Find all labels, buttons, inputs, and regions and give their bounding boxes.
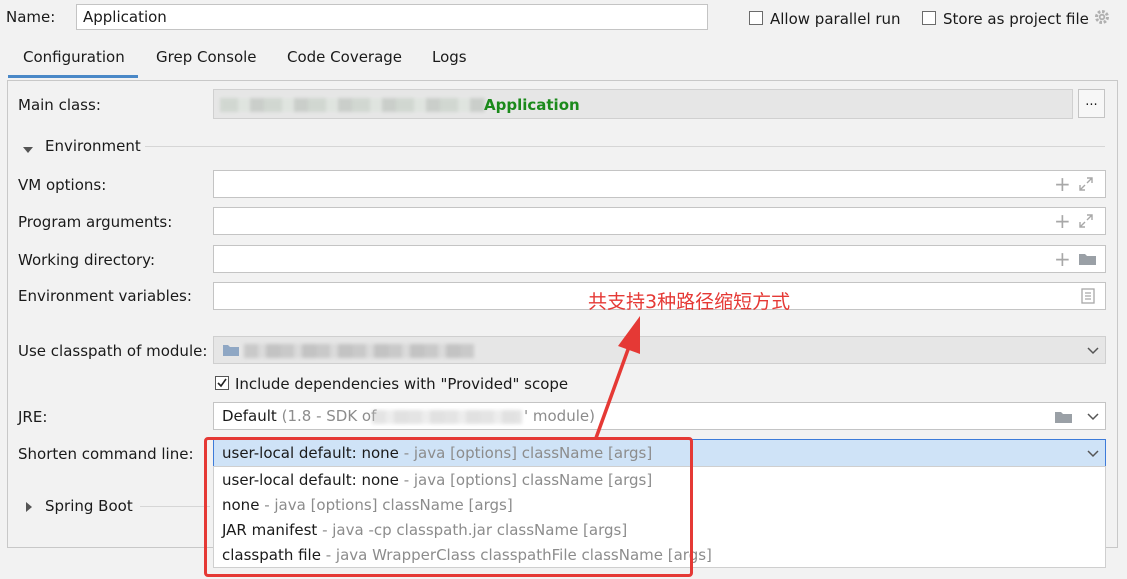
chevron-down-icon[interactable] (1086, 409, 1100, 423)
main-class-redacted (220, 98, 485, 112)
working-directory-input[interactable]: + (213, 245, 1106, 273)
jre-redacted (372, 410, 522, 424)
allow-parallel-label[interactable]: Allow parallel run (770, 10, 901, 28)
spring-boot-section-label[interactable]: Spring Boot (45, 497, 133, 515)
classpath-module-label: Use classpath of module: (18, 342, 208, 360)
tab-active-indicator (8, 75, 138, 78)
program-arguments-input[interactable]: + (213, 207, 1106, 235)
module-folder-icon (222, 343, 240, 358)
environment-divider (145, 146, 1105, 147)
plus-icon[interactable]: + (1054, 209, 1071, 233)
chevron-down-icon[interactable] (1086, 446, 1100, 460)
working-directory-label: Working directory: (18, 251, 156, 269)
expand-icon[interactable] (1078, 213, 1094, 229)
program-arguments-label: Program arguments: (18, 213, 173, 231)
environment-variables-label: Environment variables: (18, 287, 192, 305)
tab-code-coverage[interactable]: Code Coverage (287, 48, 402, 74)
shorten-command-line-label: Shorten command line: (18, 445, 194, 463)
name-input[interactable]: Application (76, 4, 708, 30)
environment-section-label[interactable]: Environment (45, 137, 141, 155)
expand-icon[interactable] (1078, 176, 1094, 192)
spring-boot-divider (140, 506, 210, 507)
chevron-down-icon[interactable] (22, 141, 34, 153)
gear-icon[interactable] (1093, 8, 1111, 26)
folder-icon[interactable] (1078, 251, 1098, 267)
plus-icon[interactable]: + (1054, 172, 1071, 196)
name-input-value: Application (83, 8, 167, 26)
include-dependencies-label[interactable]: Include dependencies with "Provided" sco… (235, 375, 568, 393)
folder-icon[interactable] (1054, 409, 1074, 425)
allow-parallel-checkbox[interactable] (749, 11, 763, 25)
vm-options-label: VM options: (18, 176, 107, 194)
include-dependencies-checkbox[interactable] (215, 376, 229, 390)
module-name-redacted (244, 344, 474, 358)
browse-button[interactable]: ... (1078, 89, 1105, 118)
name-label: Name: (6, 8, 56, 26)
store-project-label[interactable]: Store as project file (943, 10, 1089, 28)
main-class-field[interactable]: Application (213, 89, 1073, 119)
jre-label: JRE: (18, 408, 48, 426)
chevron-down-icon (1086, 343, 1100, 357)
store-project-checkbox[interactable] (922, 11, 936, 25)
tab-configuration[interactable]: Configuration (23, 48, 125, 74)
main-class-value: Application (484, 96, 580, 114)
annotation-highlight-box (204, 437, 693, 577)
jre-value: Default (1.8 - SDK of (222, 407, 377, 425)
annotation-arrow (594, 316, 640, 439)
chevron-right-icon[interactable] (24, 499, 34, 512)
main-class-label: Main class: (18, 96, 101, 114)
document-icon[interactable] (1081, 288, 1095, 304)
vm-options-input[interactable]: + (213, 170, 1106, 198)
plus-icon[interactable]: + (1054, 247, 1071, 271)
tab-logs[interactable]: Logs (432, 48, 467, 74)
tab-grep-console[interactable]: Grep Console (156, 48, 257, 74)
